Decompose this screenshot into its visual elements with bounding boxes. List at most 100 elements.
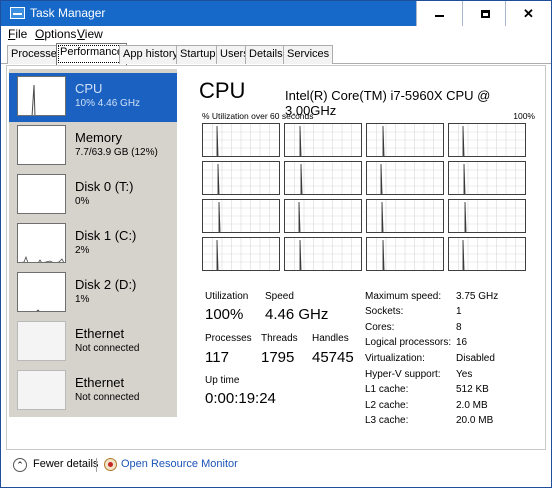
tab-app-history[interactable]: App history <box>119 45 183 64</box>
logical-processor-graph <box>366 237 444 271</box>
minimize-icon <box>435 14 444 17</box>
spec-value: 512 KB <box>456 384 489 395</box>
utilization-value: 100% <box>205 306 244 323</box>
menu-file-label: ile <box>15 27 28 41</box>
cpu-model-name: Intel(R) Core(TM) i7-5960X CPU @ 3.00GHz <box>285 88 491 118</box>
spec-value: Yes <box>456 369 473 380</box>
sidebar-item-label: Ethernet <box>75 375 125 390</box>
minimize-button[interactable] <box>416 1 462 26</box>
logical-processor-graph <box>448 237 526 271</box>
menu-options[interactable]: Options <box>35 27 76 41</box>
processes-label: Processes <box>205 333 252 344</box>
sidebar-item-label: Ethernet <box>75 326 125 341</box>
spec-value: 1 <box>456 306 462 317</box>
sidebar-item-label: Disk 2 (D:) <box>75 277 137 292</box>
handles-label: Handles <box>312 333 349 344</box>
graph-axis-label: % Utilization over 60 seconds <box>202 111 314 121</box>
logical-processor-graph <box>366 199 444 233</box>
sidebar-item-disk-2[interactable]: Disk 2 (D:) 1% <box>9 269 177 318</box>
ethernet1-thumbnail-graph <box>17 321 66 361</box>
logical-processor-graph <box>366 161 444 195</box>
speed-label: Speed <box>265 291 294 302</box>
close-button[interactable]: ✕ <box>505 1 551 26</box>
menu-view-label: iew <box>84 27 103 41</box>
spec-label: L1 cache: <box>365 384 409 395</box>
disk0-thumbnail-graph <box>17 174 66 214</box>
tab-services[interactable]: Services <box>283 45 334 64</box>
chevron-up-circle-icon[interactable]: ⌃ <box>13 458 27 472</box>
spec-value: 3.75 GHz <box>456 291 499 302</box>
sidebar-item-ethernet-2[interactable]: Ethernet Not connected <box>9 367 177 416</box>
fewer-details-link[interactable]: Fewer details <box>33 458 98 470</box>
uptime-label: Up time <box>205 375 240 386</box>
threads-value: 1795 <box>261 349 295 366</box>
sidebar-item-disk-0[interactable]: Disk 0 (T:) 0% <box>9 171 177 220</box>
spec-label: Virtualization: <box>365 353 425 364</box>
tab-details[interactable]: Details <box>245 45 287 64</box>
sidebar-item-disk-1[interactable]: Disk 1 (C:) 2% <box>9 220 177 269</box>
menu-view-mnemonic: V <box>77 27 85 41</box>
sidebar-item-value: Not connected <box>75 343 140 354</box>
menu-options-mnemonic: O <box>35 27 45 41</box>
sidebar-item-label: Memory <box>75 130 122 145</box>
logical-processor-graphs[interactable] <box>202 123 529 271</box>
footer-divider <box>96 458 97 472</box>
maximize-icon <box>481 9 490 18</box>
cpu-thumbnail-graph <box>17 76 66 116</box>
uptime-value: 0:00:19:24 <box>205 390 276 407</box>
logical-processor-graph <box>202 123 280 157</box>
logical-processor-graph <box>284 123 362 157</box>
close-icon: ✕ <box>523 5 534 21</box>
sidebar-item-value: 7.7/63.9 GB (12%) <box>75 147 158 158</box>
tab-performance[interactable]: Performance <box>56 43 127 65</box>
sidebar-item-value: 2% <box>75 245 90 256</box>
logical-processor-graph <box>284 161 362 195</box>
menu-file[interactable]: File <box>8 27 27 41</box>
spec-label: L3 cache: <box>365 415 409 426</box>
logical-processor-graph <box>202 199 280 233</box>
menu-options-label: ptions <box>44 27 77 41</box>
menu-view[interactable]: View <box>77 27 103 41</box>
logical-processor-graph <box>202 161 280 195</box>
window-title: Task Manager <box>30 6 106 20</box>
cpu-detail-pane: CPU Intel(R) Core(TM) i7-5960X CPU @ 3.0… <box>197 66 542 446</box>
logical-processor-graph <box>448 199 526 233</box>
resource-monitor-icon <box>104 458 117 471</box>
logical-processor-graph <box>284 199 362 233</box>
speed-value: 4.46 GHz <box>265 306 329 323</box>
disk1-thumbnail-graph <box>17 223 66 263</box>
open-resource-monitor-link[interactable]: Open Resource Monitor <box>121 458 238 470</box>
spec-label: Sockets: <box>365 306 404 317</box>
resource-sidebar: CPU 10% 4.46 GHz Memory 7.7/63.9 GB (12%… <box>9 69 177 417</box>
maximize-button[interactable] <box>462 1 508 26</box>
logical-processor-graph <box>284 237 362 271</box>
tab-startup[interactable]: Startup <box>176 45 220 64</box>
title-bar[interactable]: Task Manager ✕ <box>1 1 551 26</box>
sidebar-item-ethernet-1[interactable]: Ethernet Not connected <box>9 318 177 367</box>
spec-value: Disabled <box>456 353 495 364</box>
tab-strip: Processes Performance App history Startu… <box>1 43 551 65</box>
task-manager-app-icon <box>10 7 25 19</box>
logical-processor-graph <box>202 237 280 271</box>
sidebar-item-value: Not connected <box>75 392 140 403</box>
sidebar-item-value: 1% <box>75 294 90 305</box>
logical-processor-graph <box>448 123 526 157</box>
spec-label: Hyper-V support: <box>365 369 441 380</box>
sidebar-item-label: Disk 0 (T:) <box>75 179 134 194</box>
performance-panel: CPU 10% 4.46 GHz Memory 7.7/63.9 GB (12%… <box>6 65 546 450</box>
processes-value: 117 <box>205 349 229 366</box>
spec-label: Cores: <box>365 322 395 333</box>
spec-label: Logical processors: <box>365 337 452 348</box>
sidebar-item-memory[interactable]: Memory 7.7/63.9 GB (12%) <box>9 122 177 171</box>
logical-processor-graph <box>366 123 444 157</box>
sidebar-item-value: 10% 4.46 GHz <box>75 98 141 109</box>
utilization-label: Utilization <box>205 291 249 302</box>
task-manager-window: Task Manager ✕ File Options View Process… <box>0 0 552 488</box>
spec-value: 16 <box>456 337 468 348</box>
spec-value: 2.0 MB <box>456 400 488 411</box>
sidebar-item-cpu[interactable]: CPU 10% 4.46 GHz <box>9 73 177 122</box>
disk2-thumbnail-graph <box>17 272 66 312</box>
spec-label: Maximum speed: <box>365 291 442 302</box>
logical-processor-graph <box>448 161 526 195</box>
memory-thumbnail-graph <box>17 125 66 165</box>
